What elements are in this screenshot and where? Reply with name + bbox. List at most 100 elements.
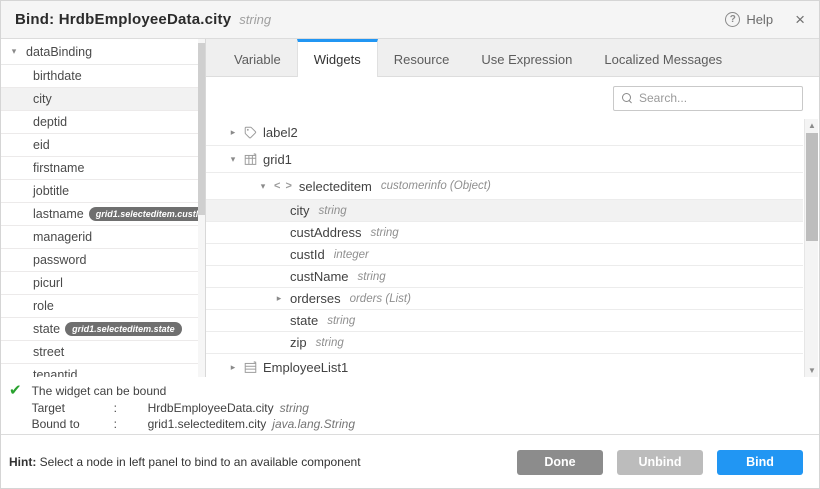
- sidebar-item-label: jobtitle: [33, 184, 69, 198]
- tree-row-custid[interactable]: custId integer: [206, 244, 803, 266]
- bind-dialog: { "header": { "title": "Bind: HrdbEmploy…: [0, 0, 820, 489]
- scroll-down-icon[interactable]: ▼: [805, 364, 819, 377]
- tree-row-zip[interactable]: zip string: [206, 332, 803, 354]
- tree-row-selecteditem[interactable]: ▾ < > selecteditem customerinfo (Object): [206, 173, 803, 200]
- tree-node-label: custId: [290, 247, 325, 262]
- close-icon[interactable]: ×: [795, 11, 805, 28]
- sidebar-root-databinding[interactable]: ▾ dataBinding: [1, 39, 205, 65]
- tree-node-label: grid1: [263, 152, 292, 167]
- unbind-button[interactable]: Unbind: [617, 450, 703, 475]
- tree-row-custaddress[interactable]: custAddressstring: [206, 222, 803, 244]
- sidebar-item-managerid[interactable]: managerid: [1, 226, 205, 249]
- tab-variable[interactable]: Variable: [218, 39, 297, 76]
- tree-node-type: customerinfo (Object): [381, 180, 491, 192]
- sidebar-item-tenantid[interactable]: tenantid: [1, 364, 205, 377]
- expander-spacer: [274, 338, 284, 348]
- binding-status-panel: ✔ The widget can be bound Target : HrdbE…: [1, 377, 819, 435]
- sidebar-item-password[interactable]: password: [1, 249, 205, 272]
- tab-use-expression[interactable]: Use Expression: [465, 39, 588, 76]
- tab-localized-messages[interactable]: Localized Messages: [588, 39, 738, 76]
- scroll-up-icon[interactable]: ▲: [805, 119, 819, 132]
- sidebar-item-label: picurl: [33, 276, 63, 290]
- chevron-down-icon[interactable]: ▾: [9, 46, 19, 57]
- tree-node-type: string: [327, 315, 355, 327]
- help-icon: ?: [725, 12, 740, 27]
- bound-value: grid1.selecteditem.cityjava.lang.String: [148, 416, 355, 433]
- tree-row-orderses[interactable]: ▸ordersesorders (List): [206, 288, 803, 310]
- sidebar-item-deptid[interactable]: deptid: [1, 111, 205, 134]
- tree-node-type: string: [371, 227, 399, 239]
- dialog-footer: Hint: Select a node in left panel to bin…: [1, 435, 819, 489]
- sidebar-item-state[interactable]: stategrid1.selecteditem.state: [1, 318, 205, 341]
- status-target-row: Target : HrdbEmployeeData.citystring: [32, 400, 355, 417]
- search-icon: [622, 93, 633, 104]
- sidebar-item-picurl[interactable]: picurl: [1, 272, 205, 295]
- tree-node-type: integer: [334, 249, 369, 261]
- sidebar-scrollbar[interactable]: [198, 39, 205, 377]
- tree-row-label2[interactable]: ▸ label2: [206, 119, 803, 146]
- tab-resource[interactable]: Resource: [378, 39, 466, 76]
- tree-scrollbar-thumb[interactable]: [806, 133, 818, 241]
- done-button[interactable]: Done: [517, 450, 603, 475]
- tree-scrollbar[interactable]: ▲ ▼: [804, 119, 818, 377]
- search-box[interactable]: [613, 86, 803, 111]
- tag-icon: [244, 126, 257, 139]
- tree-row-employeelist1[interactable]: ▸EmployeeList1: [206, 354, 803, 377]
- sidebar-item-jobtitle[interactable]: jobtitle: [1, 180, 205, 203]
- binding-badge: grid1.selecteditem.custName: [89, 207, 205, 221]
- tree-row-grid1[interactable]: ▾ grid1: [206, 146, 803, 173]
- sidebar-item-label: firstname: [33, 161, 84, 175]
- sidebar-scrollbar-thumb[interactable]: [198, 43, 205, 215]
- search-row: [206, 77, 819, 119]
- sidebar-item-birthdate[interactable]: birthdate: [1, 65, 205, 88]
- sidebar-item-city[interactable]: city: [1, 88, 205, 111]
- help-button[interactable]: ? Help: [725, 12, 773, 27]
- tree-node-label: custName: [290, 269, 349, 284]
- sidebar-item-label: tenantid: [33, 368, 77, 377]
- expander-spacer: [274, 316, 284, 326]
- dialog-header: Bind: HrdbEmployeeData.city string ? Hel…: [1, 1, 819, 39]
- bound-type: java.lang.String: [272, 417, 355, 431]
- chevron-down-icon[interactable]: ▾: [228, 154, 238, 165]
- bind-button[interactable]: Bind: [717, 450, 803, 475]
- tree-node-type: string: [319, 205, 347, 217]
- tree-row-custname[interactable]: custNamestring: [206, 266, 803, 288]
- sidebar-item-street[interactable]: street: [1, 341, 205, 364]
- search-input[interactable]: [639, 91, 794, 105]
- tree-node-label: selecteditem: [299, 179, 372, 194]
- object-icon: < >: [274, 180, 293, 192]
- tree-node-label: state: [290, 313, 318, 328]
- dialog-title-type: string: [239, 12, 271, 27]
- tree-row-city[interactable]: citystring: [206, 200, 803, 222]
- help-label: Help: [746, 12, 773, 27]
- check-icon: ✔: [9, 383, 22, 399]
- hint-label: Hint:: [9, 455, 36, 469]
- sidebar-item-role[interactable]: role: [1, 295, 205, 318]
- grid-icon: [244, 153, 257, 166]
- expander-spacer: [274, 272, 284, 282]
- chevron-right-icon[interactable]: ▸: [228, 127, 238, 138]
- sidebar-item-firstname[interactable]: firstname: [1, 157, 205, 180]
- tree-node-label: zip: [290, 335, 307, 350]
- sidebar-items: birthdatecitydeptid eid firstname jobtitle l…: [1, 65, 205, 377]
- chevron-right-icon[interactable]: ▸: [228, 362, 238, 373]
- sidebar-item-label: state: [33, 322, 60, 336]
- expander-spacer: [274, 206, 284, 216]
- tree-node-label: orderses: [290, 291, 341, 306]
- status-message: The widget can be bound: [32, 383, 355, 400]
- left-binding-tree: ▾ dataBinding birthdatecitydeptid eid firs…: [1, 39, 206, 377]
- tree-node-label: label2: [263, 125, 298, 140]
- target-type: string: [280, 401, 309, 415]
- sidebar-item-label: eid: [33, 138, 50, 152]
- chevron-right-icon[interactable]: ▸: [274, 293, 284, 304]
- tab-bar: VariableWidgetsResourceUse ExpressionLoc…: [206, 39, 819, 77]
- sidebar-item-lastname[interactable]: lastnamegrid1.selecteditem.custName: [1, 203, 205, 226]
- tree-row-state[interactable]: state string: [206, 310, 803, 332]
- sidebar-item-label: managerid: [33, 230, 92, 244]
- tab-widgets[interactable]: Widgets: [297, 39, 378, 77]
- sidebar-item-eid[interactable]: eid: [1, 134, 205, 157]
- tree-node-type: string: [316, 337, 344, 349]
- chevron-down-icon[interactable]: ▾: [258, 181, 268, 192]
- bound-colon: :: [114, 416, 148, 433]
- expander-spacer: [274, 250, 284, 260]
